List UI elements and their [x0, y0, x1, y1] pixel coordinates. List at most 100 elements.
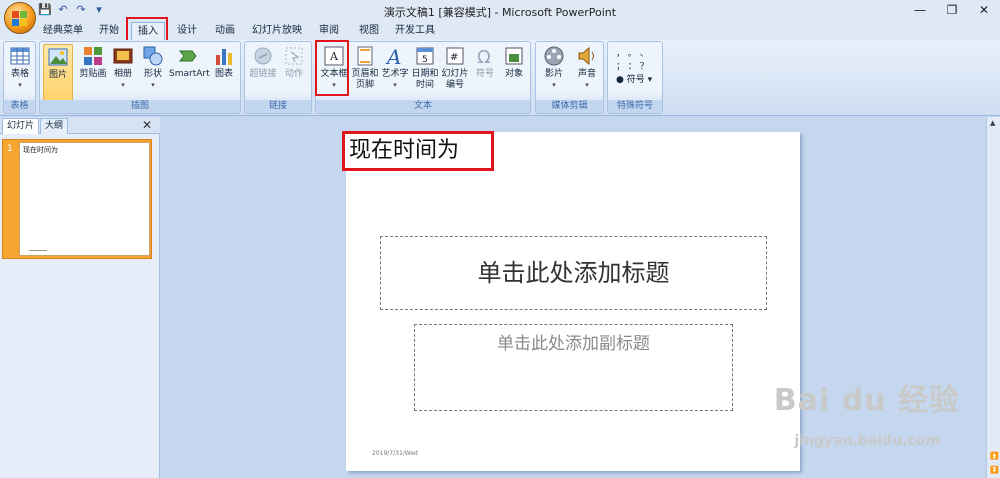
- slide-canvas[interactable]: 单击此处添加标题 单击此处添加副标题 2019/7/31/Wed: [346, 132, 800, 471]
- group-label-illustrations: 插图: [40, 100, 240, 112]
- chart-label: 图表: [214, 69, 233, 79]
- speaker-icon: [578, 46, 594, 66]
- table-icon: [10, 47, 30, 65]
- hyperlink-icon: [254, 47, 272, 65]
- textbox-highlight: [315, 40, 349, 96]
- svg-text:A: A: [385, 45, 401, 67]
- svg-text:5: 5: [422, 55, 428, 65]
- picture-button[interactable]: 图片: [43, 44, 73, 102]
- movie-label: 影片: [544, 69, 563, 79]
- hyperlink-button[interactable]: 超链接: [248, 44, 278, 80]
- action-button[interactable]: 动作: [280, 44, 308, 80]
- special-symbols-row-2[interactable]: ； ： ？: [616, 61, 652, 74]
- slide-thumbnail-selected[interactable]: 1 现在时间为: [2, 139, 152, 259]
- picture-label: 图片: [48, 70, 67, 80]
- group-special-symbols: ， 。 、 ； ： ？ ● 符号 ▾ 特殊符号: [607, 41, 663, 114]
- calendar-icon: 5: [416, 47, 434, 65]
- minimize-button[interactable]: —: [904, 0, 936, 20]
- close-pane-icon[interactable]: ✕: [142, 118, 152, 132]
- group-label-media: 媒体剪辑: [536, 100, 603, 112]
- sound-button[interactable]: 声音 ▾: [572, 44, 602, 91]
- wordart-icon: A: [385, 45, 401, 67]
- slide-number: 1: [7, 144, 13, 154]
- wordart-button[interactable]: A 艺术字 ▾: [380, 44, 410, 91]
- object-button[interactable]: 对象: [500, 44, 528, 80]
- tab-slides[interactable]: 幻灯片: [2, 118, 40, 134]
- group-label-links: 链接: [245, 100, 311, 112]
- date-time-label-1: 日期和: [411, 69, 439, 79]
- subtitle-placeholder[interactable]: 单击此处添加副标题: [414, 324, 733, 411]
- clipart-button[interactable]: 剪贴画: [76, 44, 110, 80]
- dropdown-arrow-icon: ▾: [393, 81, 397, 89]
- watermark-logo: Bai du 经验: [773, 383, 960, 418]
- slide-thumbnail[interactable]: 现在时间为: [19, 142, 150, 256]
- time-textbox[interactable]: 现在时间为: [342, 131, 494, 171]
- symbol-button[interactable]: Ω 符号: [472, 44, 498, 80]
- tab-developer[interactable]: 开发工具: [392, 22, 438, 40]
- office-logo-tile: [20, 19, 27, 26]
- tab-classic-menu[interactable]: 经典菜单: [40, 22, 86, 40]
- tab-review[interactable]: 审阅: [312, 22, 346, 40]
- table-button[interactable]: 表格 ▾: [6, 44, 34, 91]
- object-label: 对象: [504, 69, 523, 79]
- close-button[interactable]: ✕: [968, 0, 1000, 20]
- dropdown-arrow-icon: ▾: [18, 81, 22, 89]
- special-symbols-button[interactable]: ● 符号 ▾: [616, 74, 652, 87]
- photo-album-icon: [113, 48, 133, 64]
- dropdown-arrow-icon: ▾: [552, 81, 556, 89]
- next-slide-icon[interactable]: ⏬: [990, 466, 999, 474]
- prev-slide-icon[interactable]: ⏫: [990, 452, 999, 460]
- tab-design[interactable]: 设计: [170, 22, 204, 40]
- film-reel-icon: [544, 46, 564, 66]
- slide-number-button[interactable]: # 幻灯片 编号: [440, 44, 470, 91]
- office-logo-icon: [12, 11, 19, 18]
- group-label-table: 表格: [4, 100, 35, 112]
- office-logo-tile: [12, 19, 19, 26]
- smartart-label: SmartArt: [169, 69, 210, 79]
- shapes-button[interactable]: 形状 ▾: [139, 44, 167, 91]
- photo-album-button[interactable]: 相册 ▾: [110, 44, 136, 91]
- slide-number-label-2: 编号: [445, 80, 464, 90]
- group-label-special-symbols: 特殊符号: [608, 100, 662, 112]
- object-icon: [505, 47, 523, 65]
- omega-icon: Ω: [477, 47, 491, 67]
- header-footer-label-1: 页眉和: [351, 69, 379, 79]
- chart-button[interactable]: 图表: [211, 44, 237, 80]
- header-footer-button[interactable]: 页眉和 页脚: [350, 44, 380, 91]
- clipart-icon: [84, 47, 102, 65]
- pane-tabs: 幻灯片 大纲 ✕: [0, 117, 160, 134]
- chart-icon: [216, 49, 232, 65]
- title-placeholder[interactable]: 单击此处添加标题: [380, 236, 767, 310]
- date-time-button[interactable]: 5 日期和 时间: [410, 44, 440, 91]
- shapes-label: 形状: [143, 69, 162, 79]
- smartart-button[interactable]: SmartArt: [169, 44, 210, 80]
- thumbnail-text: 现在时间为: [23, 146, 58, 154]
- office-button[interactable]: [4, 2, 36, 34]
- tab-slideshow[interactable]: 幻灯片放映: [249, 22, 305, 40]
- group-label-text: 文本: [316, 100, 530, 112]
- tab-home[interactable]: 开始: [92, 22, 126, 40]
- slides-pane: 幻灯片 大纲 ✕ 1 现在时间为: [0, 117, 160, 478]
- office-logo-tile: [20, 11, 27, 18]
- album-label: 相册: [113, 69, 132, 79]
- date-time-label-2: 时间: [415, 80, 434, 90]
- movie-button[interactable]: 影片 ▾: [539, 44, 569, 91]
- picture-icon: [48, 48, 68, 66]
- restore-button[interactable]: ❐: [936, 0, 968, 20]
- dropdown-arrow-icon: ▾: [585, 81, 589, 89]
- special-symbols-label: 符号: [626, 75, 645, 85]
- date-footer: 2019/7/31/Wed: [372, 450, 418, 457]
- action-icon: [285, 47, 303, 65]
- group-links: 超链接 动作 链接: [244, 41, 312, 114]
- action-label: 动作: [284, 69, 303, 79]
- ribbon: 表格 ▾ 表格 图片 剪贴画 相册 ▾ 形状 ▾ SmartArt 图表 插图 …: [0, 40, 1000, 116]
- vertical-scrollbar[interactable]: ▲ ⏫ ⏬: [986, 117, 1000, 478]
- tab-animations[interactable]: 动画: [208, 22, 242, 40]
- tab-view[interactable]: 视图: [352, 22, 386, 40]
- tab-outline[interactable]: 大纲: [40, 118, 69, 134]
- special-symbols-row-1[interactable]: ， 。 、: [616, 48, 652, 61]
- wordart-label: 艺术字: [381, 69, 409, 79]
- table-label: 表格: [10, 69, 29, 79]
- dropdown-arrow-icon: ▾: [121, 81, 125, 89]
- scroll-up-icon[interactable]: ▲: [990, 119, 995, 127]
